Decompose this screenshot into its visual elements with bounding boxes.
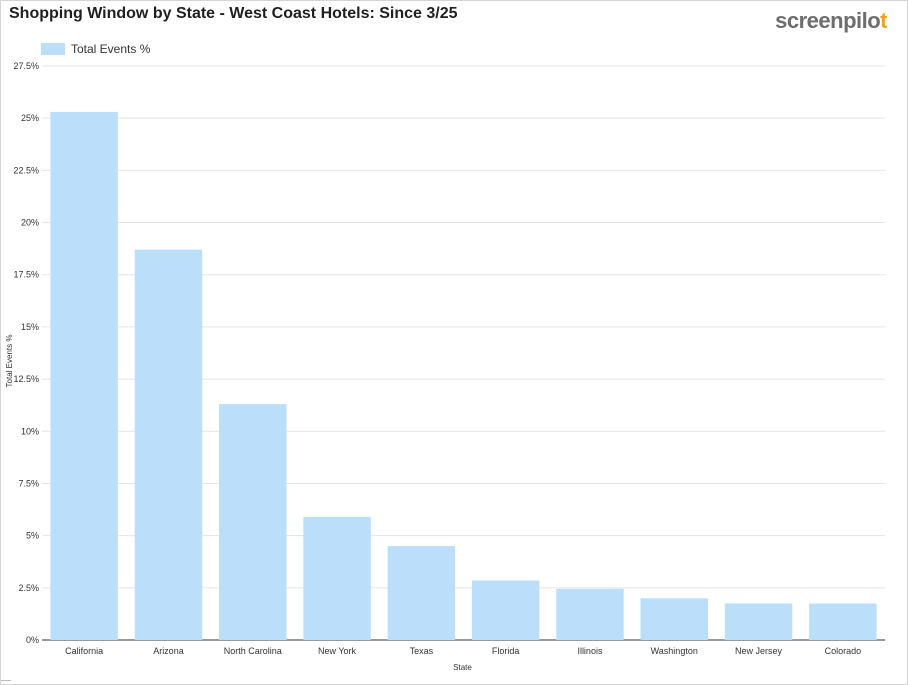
bar bbox=[809, 603, 877, 640]
x-tick-label: Washington bbox=[651, 646, 698, 656]
y-tick-label: 2.5% bbox=[18, 583, 39, 593]
bar bbox=[134, 249, 203, 640]
x-tick-label: Colorado bbox=[825, 646, 862, 656]
bar bbox=[724, 603, 793, 640]
bar bbox=[556, 588, 624, 640]
y-tick-label: 22.5% bbox=[13, 165, 39, 175]
x-tick-label: Arizona bbox=[153, 646, 184, 656]
scroll-edge bbox=[1, 680, 11, 684]
x-tick-label: Illinois bbox=[577, 646, 603, 656]
bar bbox=[387, 546, 456, 640]
y-tick-label: 12.5% bbox=[13, 374, 39, 384]
x-tick-label: California bbox=[65, 646, 103, 656]
bar-chart: 0% 2.5% 5% 7.5% 10% 12.5% 15% 17.5% 20% 22.5% 25% 2… bbox=[5, 61, 885, 672]
bar bbox=[303, 516, 371, 640]
x-axis-title: State bbox=[453, 663, 472, 672]
bar bbox=[471, 580, 540, 640]
y-tick-label: 0% bbox=[26, 635, 39, 645]
bar bbox=[50, 111, 118, 641]
x-tick-label: New York bbox=[318, 646, 357, 656]
y-tick-label: 20% bbox=[21, 218, 39, 228]
x-tick-label: North Carolina bbox=[224, 646, 282, 656]
y-tick-label: 10% bbox=[21, 426, 39, 436]
y-tick-label: 27.5% bbox=[13, 61, 39, 71]
y-tick-label: 7.5% bbox=[18, 478, 39, 488]
y-axis-title: Total Events % bbox=[5, 335, 14, 388]
y-tick-label: 15% bbox=[21, 322, 39, 332]
x-tick-label: Texas bbox=[410, 646, 434, 656]
bar bbox=[219, 404, 287, 640]
x-tick-label: New Jersey bbox=[735, 646, 783, 656]
y-tick-label: 25% bbox=[21, 113, 39, 123]
chart-panel: Shopping Window by State - West Coast Ho… bbox=[0, 0, 908, 685]
y-tick-label: 17.5% bbox=[13, 270, 39, 280]
x-tick-label: Florida bbox=[492, 646, 520, 656]
y-tick-label: 5% bbox=[26, 531, 39, 541]
bar bbox=[640, 598, 708, 640]
